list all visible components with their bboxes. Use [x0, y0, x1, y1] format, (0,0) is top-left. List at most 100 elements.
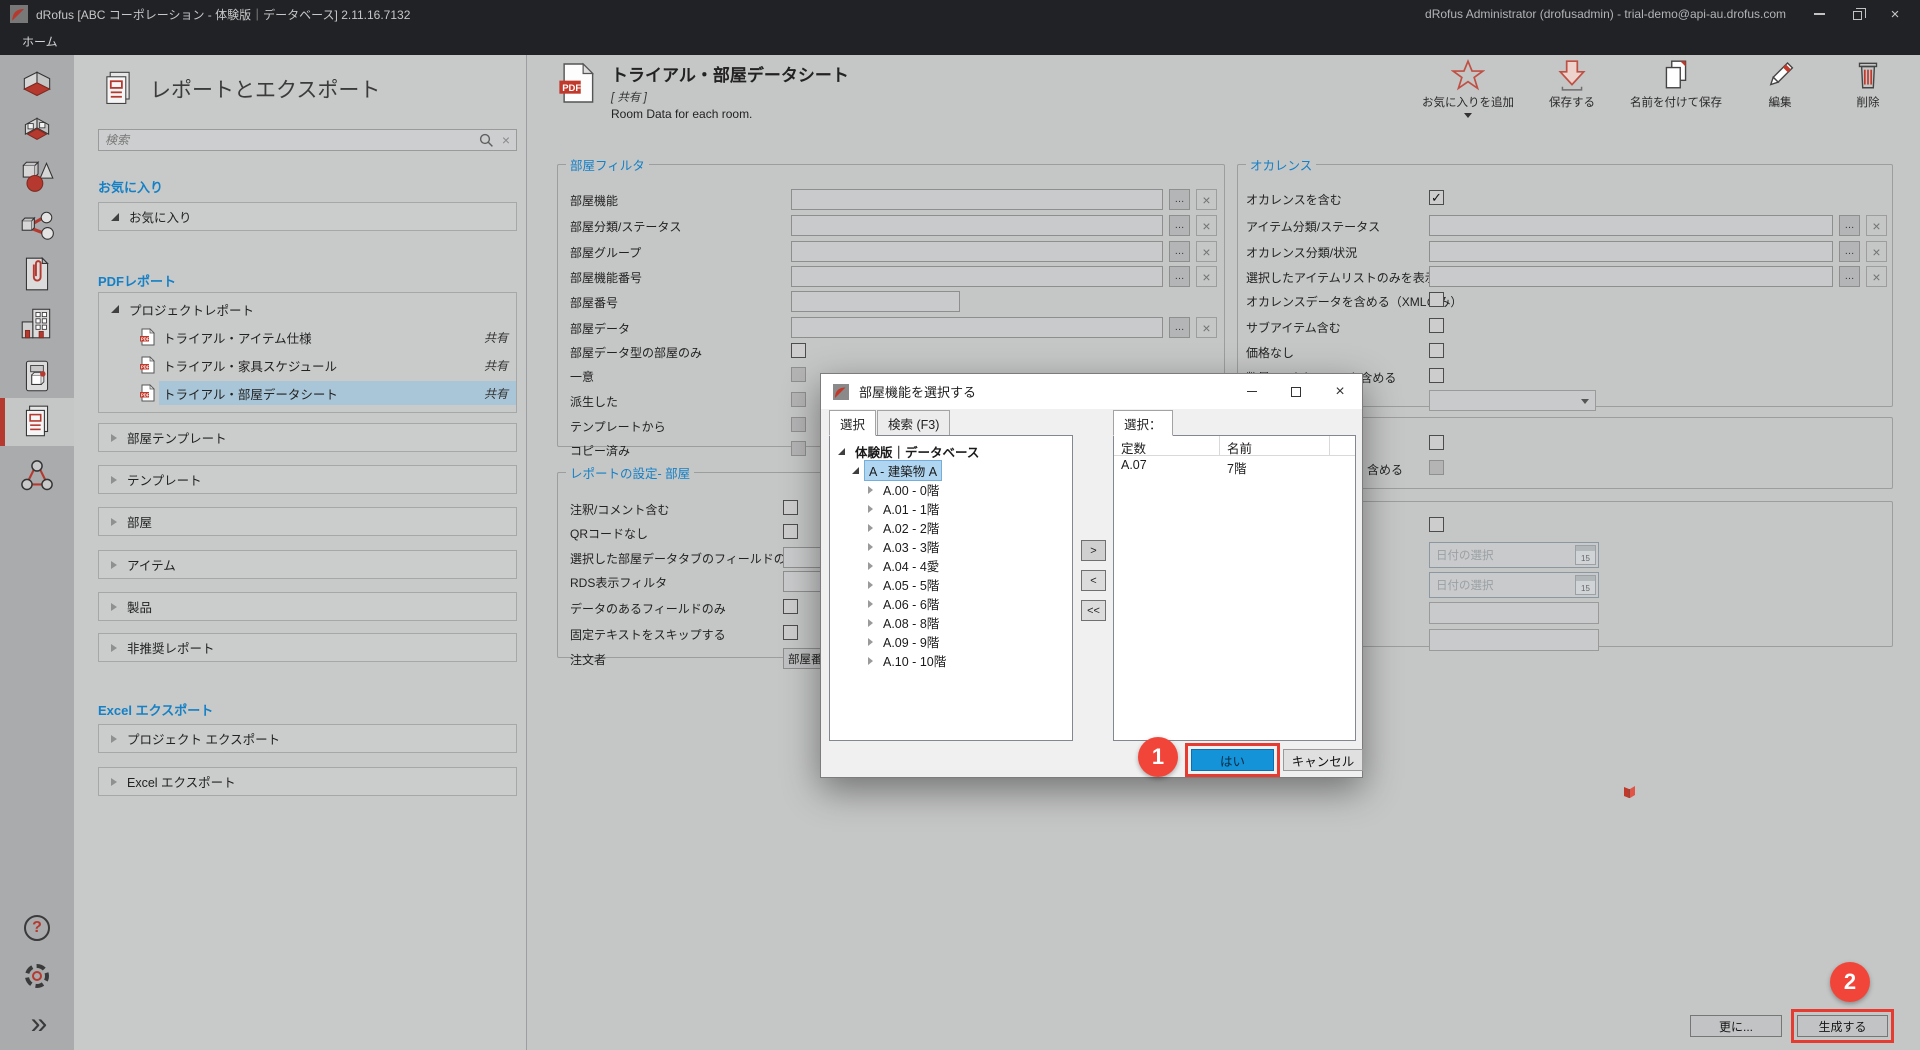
clear-button[interactable]: ×	[1196, 215, 1217, 236]
save-as-button[interactable]: 名前を付けて保存	[1630, 58, 1722, 118]
room-classification-input[interactable]	[791, 215, 1163, 236]
date-filter-checkbox[interactable]	[1429, 517, 1444, 532]
tree-node-floor[interactable]: A.01 - 1階	[830, 499, 1072, 518]
tree-node-floor[interactable]: A.03 - 3階	[830, 537, 1072, 556]
project-reports-group[interactable]: プロジェクトレポート	[99, 297, 254, 321]
group-rooms[interactable]: 部屋	[98, 507, 517, 536]
favorites-group[interactable]: お気に入り	[98, 202, 517, 231]
search-icon[interactable]	[479, 133, 494, 148]
book-icon[interactable]	[1622, 784, 1637, 800]
group-project-export[interactable]: プロジェクト エクスポート	[98, 724, 517, 753]
help-icon[interactable]: ?	[0, 905, 74, 951]
option-checkbox[interactable]	[1429, 435, 1444, 450]
room-number-input[interactable]	[791, 291, 960, 312]
yes-button[interactable]: はい	[1191, 749, 1274, 771]
tree-node-floor[interactable]: A.04 - 4愛	[830, 556, 1072, 575]
room-data-type-checkbox[interactable]	[791, 343, 806, 358]
no-qr-checkbox[interactable]	[783, 524, 798, 539]
move-all-left-button[interactable]: <<	[1081, 600, 1106, 621]
room-group-input[interactable]	[791, 241, 1163, 262]
tree-node-building-a[interactable]: A - 建築物 A	[830, 461, 1072, 480]
sidebar-item-items[interactable]	[0, 153, 74, 199]
sidebar-item-room-templates[interactable]	[0, 108, 74, 154]
item-classification-input[interactable]	[1429, 215, 1833, 236]
lookup-button[interactable]: …	[1169, 189, 1190, 210]
tree-node-floor[interactable]: A.00 - 0階	[830, 480, 1072, 499]
tree-node-floor[interactable]: A.10 - 10階	[830, 651, 1072, 670]
include-subitems-checkbox[interactable]	[1429, 318, 1444, 333]
include-occurrence-data-checkbox[interactable]	[1429, 292, 1444, 307]
clear-button[interactable]: ×	[1196, 189, 1217, 210]
tree-node-floor[interactable]: A.02 - 2階	[830, 518, 1072, 537]
table-row[interactable]: A.07 7階	[1114, 456, 1355, 475]
lookup-button[interactable]: …	[1169, 215, 1190, 236]
cancel-button[interactable]: キャンセル	[1283, 749, 1363, 771]
occurrence-option-dropdown[interactable]	[1429, 390, 1596, 411]
room-function-input[interactable]	[791, 189, 1163, 210]
move-left-button[interactable]: <	[1081, 570, 1106, 591]
lookup-button[interactable]: …	[1169, 241, 1190, 262]
dialog-minimize-icon[interactable]	[1230, 374, 1274, 409]
search-input[interactable]	[99, 133, 479, 147]
lookup-button[interactable]: …	[1839, 241, 1860, 262]
extra-field-1[interactable]	[1429, 602, 1599, 624]
clear-button[interactable]: ×	[1866, 215, 1887, 236]
include-occurrences-checkbox[interactable]: ✓	[1429, 190, 1444, 205]
sidebar-item-reports[interactable]	[0, 398, 74, 446]
tree-node-floor[interactable]: A.09 - 9階	[830, 632, 1072, 651]
tree-node-floor[interactable]: A.06 - 6階	[830, 594, 1072, 613]
lookup-button[interactable]: …	[1169, 317, 1190, 338]
column-constant[interactable]: 定数	[1114, 436, 1220, 455]
room-data-input[interactable]	[791, 317, 1163, 338]
menu-home[interactable]: ホーム	[22, 33, 58, 50]
generate-button[interactable]: 生成する	[1797, 1015, 1888, 1037]
report-item-room-datasheet[interactable]: PDF トライアル・部屋データシート 共有	[99, 379, 516, 407]
clear-button[interactable]: ×	[1866, 241, 1887, 262]
room-function-number-input[interactable]	[791, 266, 1163, 287]
expand-sidebar-icon[interactable]: »	[0, 1001, 74, 1047]
group-excel-export[interactable]: Excel エクスポート	[98, 767, 517, 796]
add-favorite-button[interactable]: お気に入りを追加	[1422, 58, 1514, 118]
include-comments-checkbox[interactable]	[783, 500, 798, 515]
clear-search-icon[interactable]: ×	[502, 132, 510, 148]
settings-gear-icon[interactable]	[0, 953, 74, 999]
save-button[interactable]: 保存する	[1542, 58, 1602, 118]
tree-node-database[interactable]: 体験版｜データベース	[830, 442, 1072, 461]
dialog-maximize-icon[interactable]	[1274, 374, 1318, 409]
group-items[interactable]: アイテム	[98, 550, 517, 579]
tab-select[interactable]: 選択	[829, 410, 876, 436]
group-room-templates[interactable]: 部屋テンプレート	[98, 423, 517, 452]
tree-node-floor[interactable]: A.05 - 5階	[830, 575, 1072, 594]
lookup-button[interactable]: …	[1839, 215, 1860, 236]
calendar-icon[interactable]: 15	[1575, 575, 1596, 595]
tree-node-floor[interactable]: A.08 - 8階	[830, 613, 1072, 632]
no-price-checkbox[interactable]	[1429, 343, 1444, 358]
restore-icon[interactable]	[1850, 8, 1864, 20]
date-from-picker[interactable]: 日付の選択 15	[1429, 542, 1599, 568]
clear-button[interactable]: ×	[1196, 241, 1217, 262]
sidebar-item-systems[interactable]	[0, 203, 74, 249]
include-zero-qty-checkbox[interactable]	[1429, 368, 1444, 383]
report-item-item-spec[interactable]: PDF トライアル・アイテム仕様 共有	[99, 323, 516, 351]
group-deprecated-reports[interactable]: 非推奨レポート	[98, 633, 517, 662]
selected-item-list-input[interactable]	[1429, 266, 1833, 287]
date-to-picker[interactable]: 日付の選択 15	[1429, 572, 1599, 598]
clear-button[interactable]: ×	[1866, 266, 1887, 287]
occurrence-classification-input[interactable]	[1429, 241, 1833, 262]
lookup-button[interactable]: …	[1169, 266, 1190, 287]
sidebar-item-products[interactable]	[0, 353, 74, 399]
sidebar-item-rooms[interactable]	[0, 63, 74, 109]
sidebar-item-buildings[interactable]	[0, 300, 74, 346]
fields-with-data-checkbox[interactable]	[783, 599, 798, 614]
clear-button[interactable]: ×	[1196, 266, 1217, 287]
sidebar-item-relations[interactable]	[0, 453, 74, 499]
dialog-close-icon[interactable]: ×	[1318, 374, 1362, 409]
delete-button[interactable]: 削除	[1838, 58, 1898, 118]
minimize-icon[interactable]	[1812, 8, 1826, 20]
clear-button[interactable]: ×	[1196, 317, 1217, 338]
group-templates[interactable]: テンプレート	[98, 465, 517, 494]
move-right-button[interactable]: >	[1081, 540, 1106, 561]
report-item-furniture-schedule[interactable]: PDF トライアル・家具スケジュール 共有	[99, 351, 516, 379]
more-button[interactable]: 更に...	[1690, 1015, 1782, 1037]
skip-fixed-text-checkbox[interactable]	[783, 625, 798, 640]
